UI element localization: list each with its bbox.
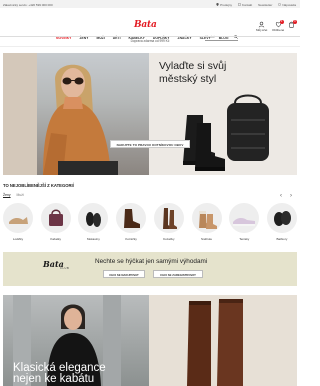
category-item-tenisky[interactable]: Tenisky — [228, 203, 260, 241]
kontakt-icon — [238, 3, 241, 6]
bata-club-sub: CLUB — [60, 267, 70, 270]
categories-title: TO NEJOBLÍBENĚJŠÍ Z KATEGORIÍ — [3, 183, 74, 188]
ankle-boot-icon — [124, 209, 141, 228]
help-icon — [278, 3, 282, 6]
loafers-icon — [86, 212, 102, 227]
club-headline: Nechte se hýčkat jen samými výhodami — [95, 258, 208, 265]
snow-boots-icon — [198, 211, 217, 229]
store-icon — [216, 3, 219, 6]
link-newsletter[interactable]: Newsletter — [258, 3, 272, 7]
cart-button[interactable]: 0 — [288, 20, 297, 28]
club-register-button[interactable]: CHCI SE ZAREGISTROVAT — [153, 270, 203, 278]
category-item-mokasiny[interactable]: Mokasíny — [77, 203, 109, 241]
club-shop-button[interactable]: CHCI SE NAKUPOVAT — [103, 270, 145, 278]
customer-service-contact: Zákaznický servis: +420 599 000 000 — [3, 2, 53, 7]
hero-headline: Vylaďte si svůj městský styl — [159, 60, 227, 85]
tall-boots-illustration — [187, 299, 243, 386]
utility-links: Prodejny Kontakt Newsletter Nápověda — [216, 3, 296, 7]
sneakers-icon — [233, 217, 256, 226]
shipping-divider — [0, 46, 300, 47]
pumps-icon — [9, 217, 28, 224]
category-item-lodicky[interactable]: Lodičky — [2, 203, 34, 241]
hero-photo-woman — [3, 53, 149, 175]
hero-cta-button[interactable]: NAKUPTE TO PRAVOU KOTNÍKOVOU OBUV — [110, 140, 190, 148]
hero2-headline: Klasická elegance nejen ke kabátu — [13, 362, 106, 385]
category-item-kabelky[interactable]: Kabelky — [40, 203, 72, 241]
cart-count-badge: 0 — [293, 20, 297, 24]
carousel-arrows: ‹ › — [280, 193, 292, 199]
category-carousel: Lodičky Kabelky Mokasíny Kotníčky Kozačk… — [2, 203, 298, 241]
category-item-kozacky[interactable]: Kozačky — [153, 203, 185, 241]
slippers-icon — [273, 211, 291, 226]
bata-logo[interactable]: Bata — [134, 20, 157, 30]
product-boots-bag-illustration — [183, 94, 269, 171]
category-item-backory[interactable]: Bačkory — [266, 203, 298, 241]
chevron-right-icon[interactable]: › — [290, 193, 292, 199]
link-kontakt[interactable]: Kontakt — [238, 3, 252, 7]
account-button[interactable]: Můj účet — [256, 21, 267, 32]
category-item-snehule[interactable]: Sněhule — [191, 203, 223, 241]
shipping-note: Doprava zdarma od 999 Kč — [130, 39, 170, 43]
chevron-left-icon[interactable]: ‹ — [280, 193, 282, 199]
category-item-kotnicky[interactable]: Kotníčky — [115, 203, 147, 241]
site-header: Bata Můj účet 0 Oblíbené 0 NOVINKY ŽENY … — [0, 8, 300, 41]
wishlist-count-badge: 0 — [279, 20, 284, 24]
hero2-photo-boots — [149, 295, 297, 386]
hero-banner[interactable]: Vylaďte si svůj městský styl NAKUPTE TO … — [3, 53, 297, 175]
secondary-hero-banner[interactable]: Klasická elegance nejen ke kabátu — [3, 295, 297, 386]
link-napoveda[interactable]: Nápověda — [278, 3, 296, 7]
bata-club-banner: Bata CLUB Nechte se hýčkat jen samými vý… — [3, 252, 297, 286]
top-utility-bar: Zákaznický servis: +420 599 000 000 Prod… — [0, 0, 300, 8]
header-divider — [0, 36, 300, 37]
categories-tabs: Ženy Muži — [3, 193, 24, 197]
tall-boots-icon — [162, 208, 177, 229]
wishlist-button[interactable]: 0 Oblíbené — [272, 20, 284, 32]
model-illustration — [43, 64, 118, 175]
handbag-icon — [48, 209, 63, 226]
link-prodejny[interactable]: Prodejny — [216, 3, 232, 7]
user-icon — [258, 21, 265, 28]
tab-zeny[interactable]: Ženy — [3, 193, 11, 197]
tab-muzi[interactable]: Muži — [17, 193, 24, 197]
